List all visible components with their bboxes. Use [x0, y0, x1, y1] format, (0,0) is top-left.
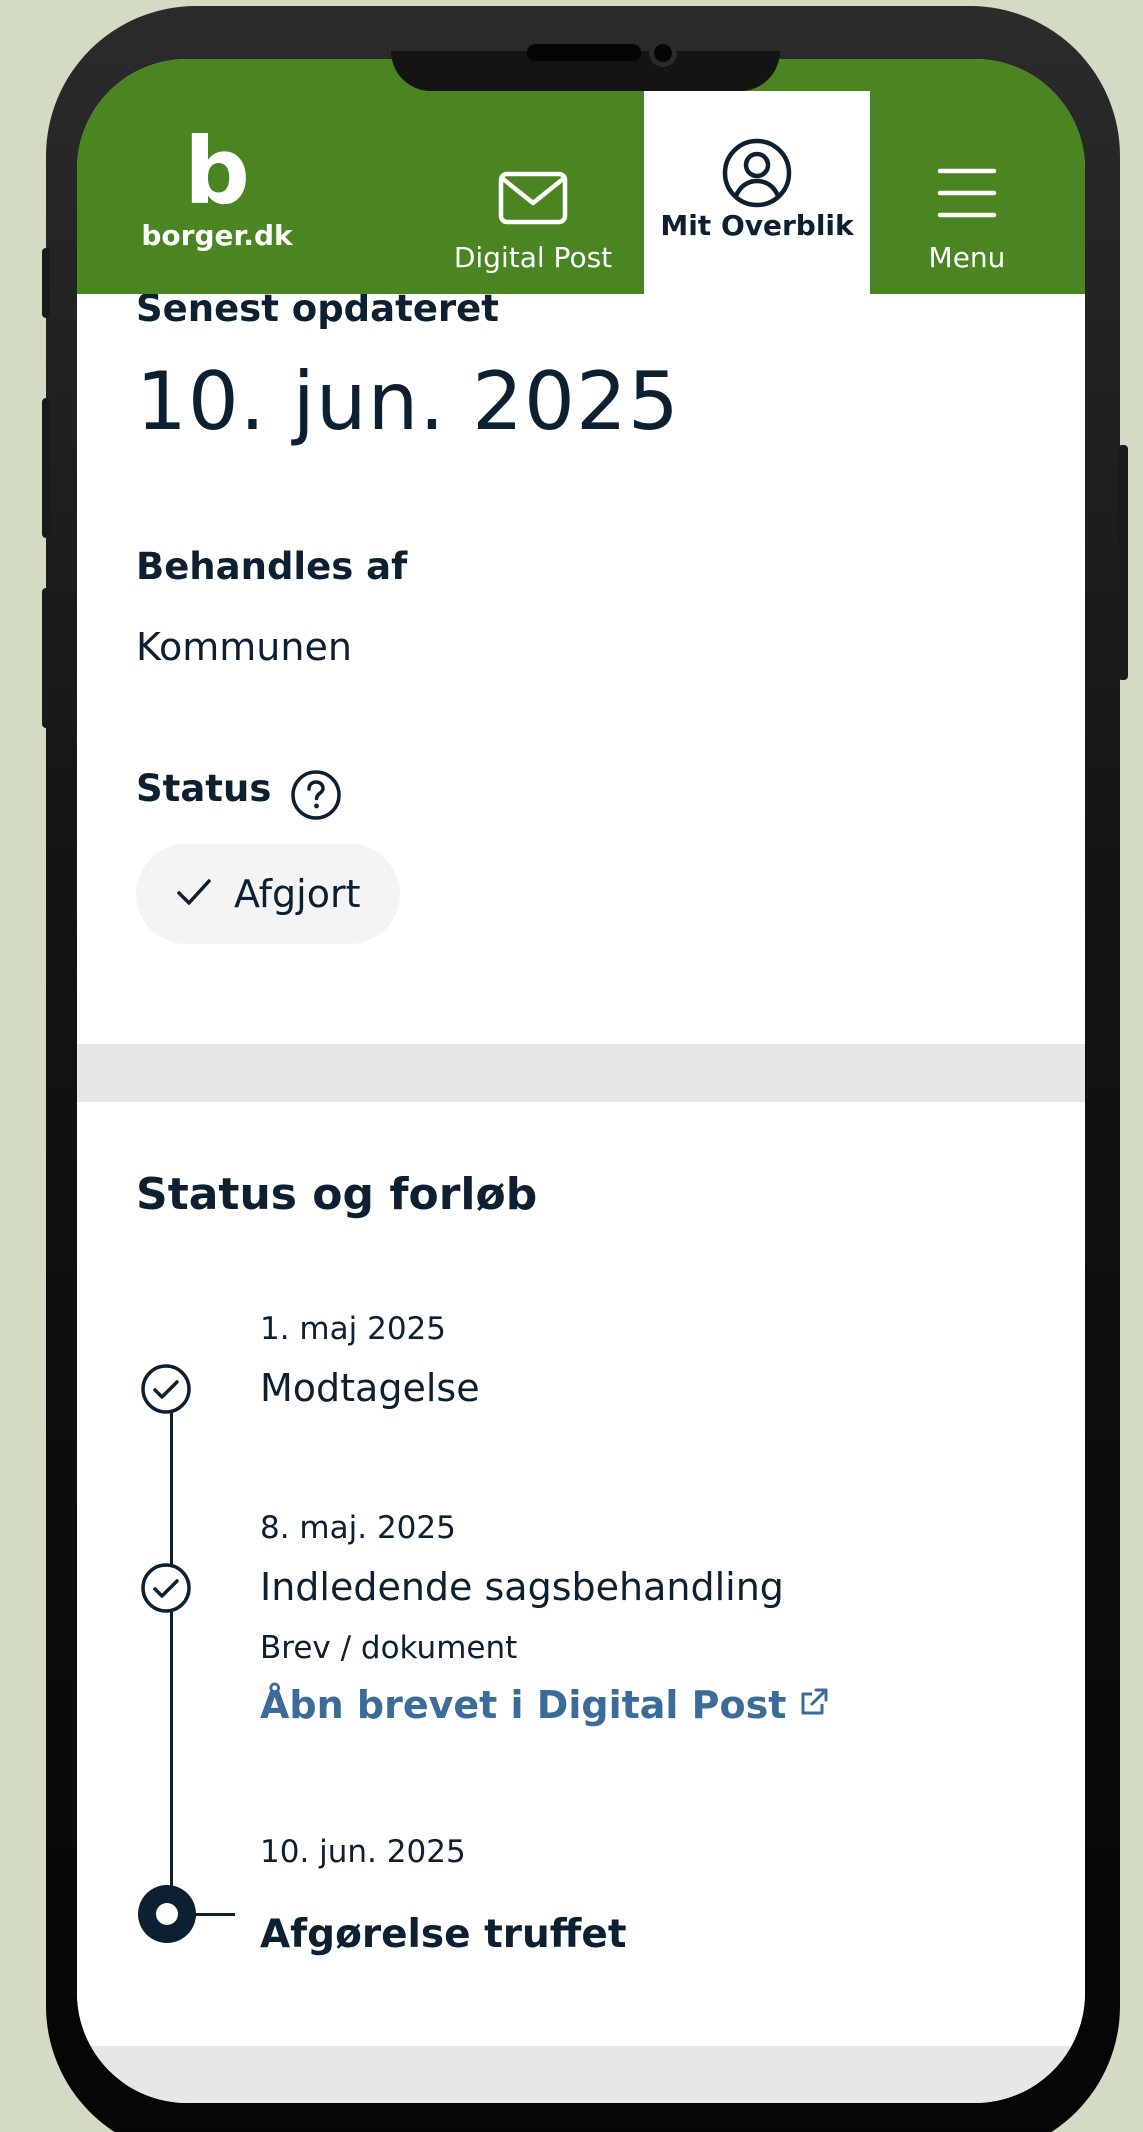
phone-side-button — [1118, 445, 1128, 680]
phone-side-button — [42, 398, 50, 538]
help-icon[interactable] — [290, 769, 342, 825]
step-done-check-icon — [140, 1562, 192, 1618]
progress-section-title: Status og forløb — [136, 1169, 538, 1220]
updated-date: 10. jun. 2025 — [136, 355, 680, 448]
nav-label: Mit Overblik — [660, 209, 854, 242]
phone-side-button — [42, 588, 50, 728]
open-letter-link[interactable]: Åbn brevet i Digital Post — [260, 1683, 830, 1727]
external-link-icon — [798, 1683, 830, 1727]
step-current-marker-icon — [138, 1885, 196, 1947]
status-label: Status — [136, 767, 272, 810]
document-label: Brev / dokument — [260, 1630, 518, 1666]
nav-menu[interactable]: Menu — [877, 91, 1057, 294]
phone-speaker — [527, 44, 641, 61]
status-badge-label: Afgjort — [234, 872, 361, 916]
handled-by-value: Kommunen — [136, 625, 352, 669]
phone-screen: Senest opdateret 10. jun. 2025 Behandles… — [77, 59, 1085, 2103]
step-title-current: Afgørelse truffet — [260, 1912, 627, 1957]
logo-text: borger.dk — [141, 219, 293, 252]
site-header: b borger.dk Digital Post Mit Overblik Me… — [77, 59, 1085, 294]
step-date: 10. jun. 2025 — [260, 1834, 466, 1870]
envelope-icon — [498, 171, 568, 232]
checkmark-icon — [176, 872, 212, 916]
step-title: Modtagelse — [260, 1366, 480, 1410]
nav-label: Menu — [928, 241, 1006, 274]
nav-digital-post[interactable]: Digital Post — [433, 91, 633, 294]
status-badge: Afgjort — [136, 844, 401, 944]
step-date: 8. maj. 2025 — [260, 1510, 456, 1546]
timeline-connector — [195, 1913, 235, 1916]
timeline-line — [170, 1389, 173, 1894]
handled-by-label: Behandles af — [136, 545, 408, 588]
nav-label: Digital Post — [453, 241, 613, 274]
logo-mark: b — [184, 118, 250, 225]
nav-mit-overblik[interactable]: Mit Overblik — [644, 91, 870, 294]
step-date: 1. maj 2025 — [260, 1311, 446, 1347]
phone-camera — [649, 39, 677, 67]
borger-dk-logo[interactable]: b borger.dk — [137, 118, 297, 253]
step-done-check-icon — [140, 1363, 192, 1419]
step-title: Indledende sagsbehandling — [260, 1565, 784, 1609]
section-divider — [77, 1044, 1085, 1102]
next-section-divider — [77, 2046, 1085, 2103]
open-letter-link-label: Åbn brevet i Digital Post — [260, 1683, 787, 1727]
user-circle-icon — [721, 137, 793, 216]
phone-side-button — [42, 248, 50, 318]
hamburger-menu-icon — [937, 166, 997, 227]
